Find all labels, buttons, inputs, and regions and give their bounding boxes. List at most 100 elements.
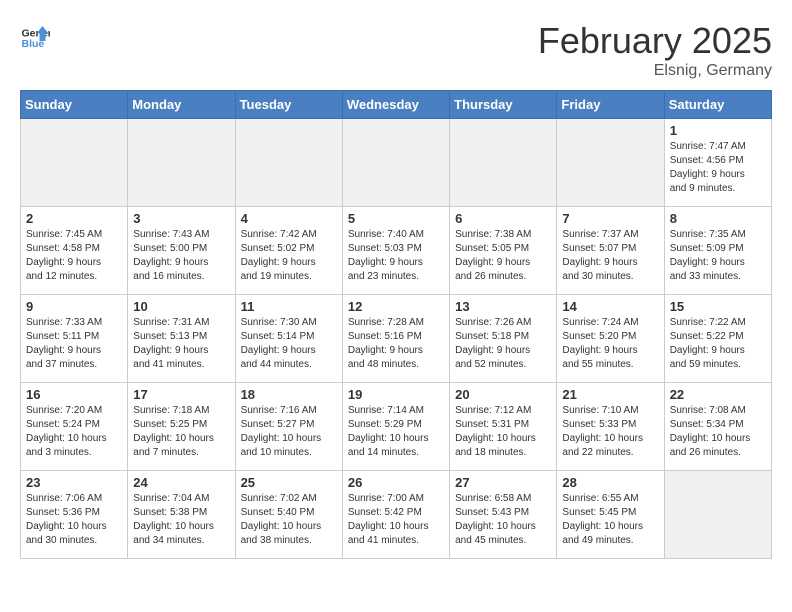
calendar-cell: 14 Sunrise: 7:24 AM Sunset: 5:20 PM Dayli… [557,295,664,383]
day-number: 21 [562,387,658,402]
calendar-cell: 25 Sunrise: 7:02 AM Sunset: 5:40 PM Dayli… [235,471,342,559]
weekday-header-tuesday: Tuesday [235,91,342,119]
day-number: 25 [241,475,337,490]
day-number: 2 [26,211,122,226]
logo: General Blue [20,20,50,50]
weekday-header-wednesday: Wednesday [342,91,449,119]
day-number: 13 [455,299,551,314]
calendar-cell: 3 Sunrise: 7:43 AM Sunset: 5:00 PM Daylig… [128,207,235,295]
week-row-1: 1 Sunrise: 7:47 AM Sunset: 4:56 PM Daylig… [21,119,772,207]
day-info: Sunrise: 7:12 AM Sunset: 5:31 PM Dayligh… [455,404,551,460]
day-info: Sunrise: 7:40 AM Sunset: 5:03 PM Dayligh… [348,228,444,284]
day-info: Sunrise: 7:33 AM Sunset: 5:11 PM Dayligh… [26,316,122,372]
calendar-cell: 23 Sunrise: 7:06 AM Sunset: 5:36 PM Dayli… [21,471,128,559]
day-info: Sunrise: 7:45 AM Sunset: 4:58 PM Dayligh… [26,228,122,284]
day-info: Sunrise: 7:43 AM Sunset: 5:00 PM Dayligh… [133,228,229,284]
day-number: 14 [562,299,658,314]
month-title: February 2025 [538,20,772,62]
day-info: Sunrise: 7:00 AM Sunset: 5:42 PM Dayligh… [348,492,444,548]
calendar-cell: 7 Sunrise: 7:37 AM Sunset: 5:07 PM Daylig… [557,207,664,295]
day-info: Sunrise: 7:37 AM Sunset: 5:07 PM Dayligh… [562,228,658,284]
day-number: 3 [133,211,229,226]
day-info: Sunrise: 7:42 AM Sunset: 5:02 PM Dayligh… [241,228,337,284]
calendar-cell: 8 Sunrise: 7:35 AM Sunset: 5:09 PM Daylig… [664,207,771,295]
calendar-cell: 27 Sunrise: 6:58 AM Sunset: 5:43 PM Dayli… [450,471,557,559]
calendar-cell [21,119,128,207]
day-number: 27 [455,475,551,490]
day-info: Sunrise: 7:02 AM Sunset: 5:40 PM Dayligh… [241,492,337,548]
calendar-cell: 2 Sunrise: 7:45 AM Sunset: 4:58 PM Daylig… [21,207,128,295]
day-info: Sunrise: 7:26 AM Sunset: 5:18 PM Dayligh… [455,316,551,372]
day-info: Sunrise: 7:38 AM Sunset: 5:05 PM Dayligh… [455,228,551,284]
calendar-cell: 17Sunrise: 7:18 AM Sunset: 5:25 PM Dayli… [128,383,235,471]
day-info: Sunrise: 7:14 AM Sunset: 5:29 PM Dayligh… [348,404,444,460]
day-number: 8 [670,211,766,226]
day-number: 9 [26,299,122,314]
day-info: Sunrise: 7:47 AM Sunset: 4:56 PM Dayligh… [670,140,766,196]
day-number: 22 [670,387,766,402]
day-info: Sunrise: 6:55 AM Sunset: 5:45 PM Dayligh… [562,492,658,548]
calendar-cell: 11Sunrise: 7:30 AM Sunset: 5:14 PM Dayli… [235,295,342,383]
calendar-cell: 4 Sunrise: 7:42 AM Sunset: 5:02 PM Daylig… [235,207,342,295]
calendar-cell: 28 Sunrise: 6:55 AM Sunset: 5:45 PM Dayli… [557,471,664,559]
calendar-cell: 9 Sunrise: 7:33 AM Sunset: 5:11 PM Daylig… [21,295,128,383]
day-number: 4 [241,211,337,226]
calendar-table: SundayMondayTuesdayWednesdayThursdayFrid… [20,90,772,559]
calendar-cell [128,119,235,207]
day-number: 28 [562,475,658,490]
day-number: 16 [26,387,122,402]
day-info: Sunrise: 7:24 AM Sunset: 5:20 PM Dayligh… [562,316,658,372]
day-number: 10 [133,299,229,314]
calendar-cell [342,119,449,207]
calendar-cell: 15 Sunrise: 7:22 AM Sunset: 5:22 PM Dayli… [664,295,771,383]
day-info: Sunrise: 7:31 AM Sunset: 5:13 PM Dayligh… [133,316,229,372]
calendar-cell: 13 Sunrise: 7:26 AM Sunset: 5:18 PM Dayli… [450,295,557,383]
day-number: 12 [348,299,444,314]
calendar-cell: 16 Sunrise: 7:20 AM Sunset: 5:24 PM Dayli… [21,383,128,471]
day-info: Sunrise: 7:20 AM Sunset: 5:24 PM Dayligh… [26,404,122,460]
week-row-3: 9 Sunrise: 7:33 AM Sunset: 5:11 PM Daylig… [21,295,772,383]
week-row-2: 2 Sunrise: 7:45 AM Sunset: 4:58 PM Daylig… [21,207,772,295]
calendar-cell: 22 Sunrise: 7:08 AM Sunset: 5:34 PM Dayli… [664,383,771,471]
day-info: Sunrise: 7:04 AM Sunset: 5:38 PM Dayligh… [133,492,229,548]
calendar-cell: 18Sunrise: 7:16 AM Sunset: 5:27 PM Dayli… [235,383,342,471]
day-info: Sunrise: 7:08 AM Sunset: 5:34 PM Dayligh… [670,404,766,460]
day-number: 18 [241,387,337,402]
day-number: 24 [133,475,229,490]
day-info: Sunrise: 7:35 AM Sunset: 5:09 PM Dayligh… [670,228,766,284]
day-number: 23 [26,475,122,490]
day-info: Sunrise: 7:28 AM Sunset: 5:16 PM Dayligh… [348,316,444,372]
weekday-header-friday: Friday [557,91,664,119]
weekday-header-sunday: Sunday [21,91,128,119]
day-number: 15 [670,299,766,314]
week-row-5: 23 Sunrise: 7:06 AM Sunset: 5:36 PM Dayli… [21,471,772,559]
day-number: 1 [670,123,766,138]
calendar-cell: 10 Sunrise: 7:31 AM Sunset: 5:13 PM Dayli… [128,295,235,383]
day-info: Sunrise: 7:06 AM Sunset: 5:36 PM Dayligh… [26,492,122,548]
calendar-cell [557,119,664,207]
calendar-cell [450,119,557,207]
day-number: 19 [348,387,444,402]
day-number: 7 [562,211,658,226]
calendar-cell: 1 Sunrise: 7:47 AM Sunset: 4:56 PM Daylig… [664,119,771,207]
day-info: Sunrise: 7:10 AM Sunset: 5:33 PM Dayligh… [562,404,658,460]
location-label: Elsnig, Germany [538,62,772,80]
calendar-cell: 20 Sunrise: 7:12 AM Sunset: 5:31 PM Dayli… [450,383,557,471]
day-number: 11 [241,299,337,314]
day-number: 17 [133,387,229,402]
calendar-cell: 12 Sunrise: 7:28 AM Sunset: 5:16 PM Dayli… [342,295,449,383]
title-block: February 2025 Elsnig, Germany [538,20,772,80]
calendar-cell: 26 Sunrise: 7:00 AM Sunset: 5:42 PM Dayli… [342,471,449,559]
calendar-cell: 5Sunrise: 7:40 AM Sunset: 5:03 PM Daylig… [342,207,449,295]
weekday-header-saturday: Saturday [664,91,771,119]
calendar-cell: 21 Sunrise: 7:10 AM Sunset: 5:33 PM Dayli… [557,383,664,471]
calendar-cell: 6Sunrise: 7:38 AM Sunset: 5:05 PM Daylig… [450,207,557,295]
page-header: General Blue February 2025 Elsnig, Germa… [20,20,772,80]
weekday-header-row: SundayMondayTuesdayWednesdayThursdayFrid… [21,91,772,119]
day-number: 26 [348,475,444,490]
week-row-4: 16 Sunrise: 7:20 AM Sunset: 5:24 PM Dayli… [21,383,772,471]
day-number: 20 [455,387,551,402]
day-info: Sunrise: 6:58 AM Sunset: 5:43 PM Dayligh… [455,492,551,548]
day-info: Sunrise: 7:22 AM Sunset: 5:22 PM Dayligh… [670,316,766,372]
calendar-cell: 19 Sunrise: 7:14 AM Sunset: 5:29 PM Dayli… [342,383,449,471]
